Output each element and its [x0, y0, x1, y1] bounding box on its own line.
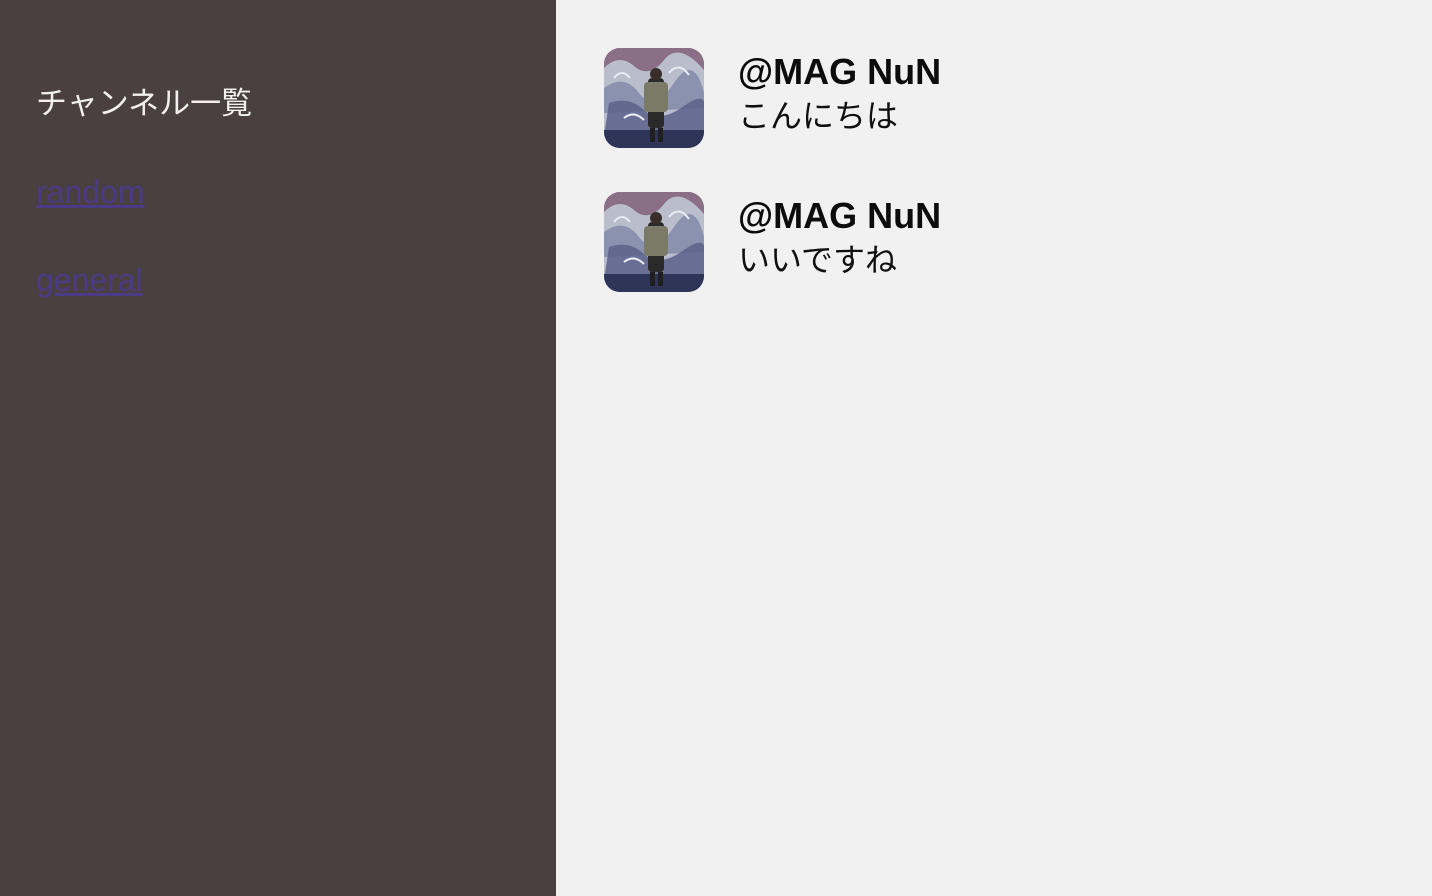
message-username[interactable]: @MAG NuN [738, 194, 941, 238]
channel-item-random: random [36, 172, 520, 260]
message-item: @MAG NuN こんにちは [604, 48, 1432, 148]
sidebar-title: チャンネル一覧 [36, 86, 253, 121]
channel-link-general[interactable]: general [36, 262, 143, 298]
message-username[interactable]: @MAG NuN [738, 50, 941, 94]
avatar-photo-icon [604, 192, 704, 292]
message-text: いいですね [738, 242, 898, 278]
sidebar: チャンネル一覧 random general [0, 0, 556, 896]
message-item: @MAG NuN いいですね [604, 192, 1432, 292]
message-body: @MAG NuN いいですね [738, 192, 941, 282]
channel-item-general: general [36, 260, 520, 348]
app-window: チャンネル一覧 random general @MAG NuN こんにちは @M… [0, 0, 1432, 896]
user-avatar[interactable] [604, 48, 704, 148]
message-area: @MAG NuN こんにちは @MAG NuN いいですね [556, 0, 1432, 896]
message-body: @MAG NuN こんにちは [738, 48, 941, 138]
message-text: こんにちは [738, 98, 899, 134]
user-avatar[interactable] [604, 192, 704, 292]
channel-list: random general [36, 172, 520, 348]
channel-link-random[interactable]: random [36, 174, 145, 210]
avatar-photo-icon [604, 48, 704, 148]
